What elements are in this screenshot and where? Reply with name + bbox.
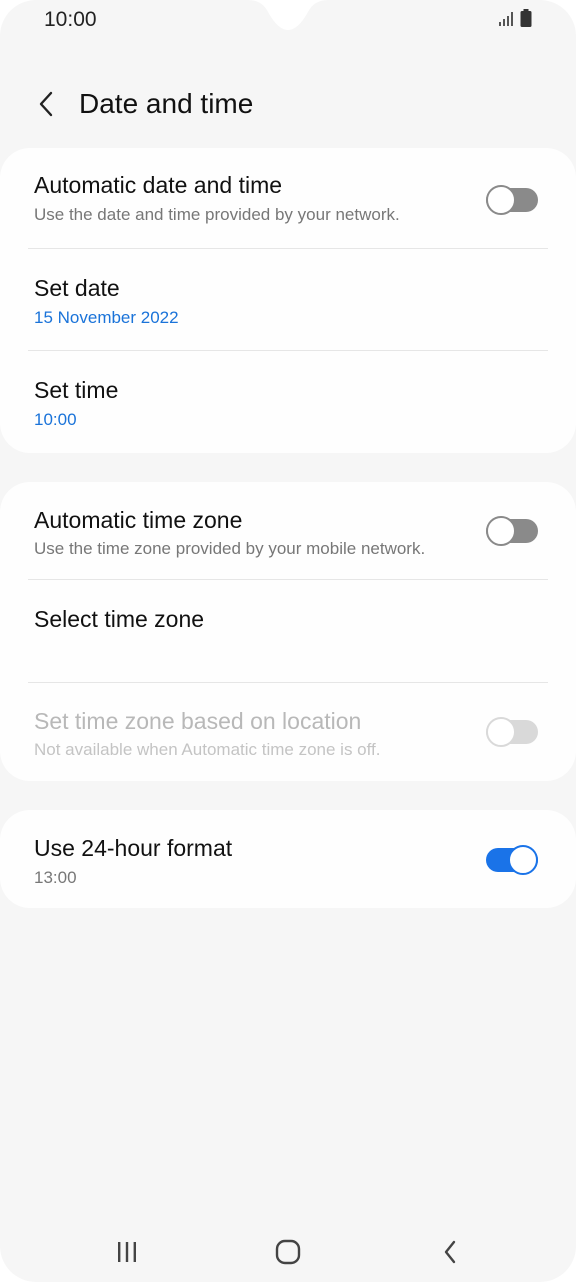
date-time-card: Automatic date and time Use the date and…	[0, 148, 576, 453]
toggle-thumb	[486, 516, 516, 546]
nav-back-button[interactable]	[428, 1230, 472, 1274]
phone-screen: 10:00 Date and time Automatic date and t	[0, 0, 576, 1282]
automatic-time-zone-row[interactable]: Automatic time zone Use the time zone pr…	[0, 482, 576, 580]
toggle-thumb	[486, 717, 516, 747]
time-zone-location-row: Set time zone based on location Not avai…	[0, 683, 576, 781]
set-date-row[interactable]: Set date 15 November 2022	[0, 249, 576, 351]
set-time-value: 10:00	[34, 410, 77, 429]
automatic-time-zone-toggle[interactable]	[486, 515, 538, 546]
status-bar: 10:00	[0, 0, 576, 40]
back-button[interactable]	[28, 86, 64, 122]
recent-apps-icon	[118, 1242, 136, 1262]
set-date-value: 15 November 2022	[34, 308, 179, 327]
time-zone-location-summary: Not available when Automatic time zone i…	[34, 740, 381, 759]
battery-icon	[520, 9, 532, 27]
back-icon	[444, 1240, 456, 1264]
home-icon	[275, 1239, 301, 1265]
select-time-zone-label: Select time zone	[34, 606, 205, 632]
automatic-date-time-row[interactable]: Automatic date and time Use the date and…	[0, 148, 576, 249]
use-24-hour-toggle[interactable]	[486, 844, 538, 875]
set-time-label: Set time	[34, 377, 119, 403]
toggle-thumb	[508, 845, 538, 875]
automatic-date-time-summary: Use the date and time provided by your n…	[34, 205, 400, 224]
automatic-time-zone-summary: Use the time zone provided by your mobil…	[34, 539, 426, 558]
status-icons	[498, 9, 532, 27]
page-title: Date and time	[79, 88, 254, 119]
home-button[interactable]	[266, 1230, 310, 1274]
set-time-row[interactable]: Set time 10:00	[0, 351, 576, 453]
format-card: Use 24-hour format 13:00	[0, 810, 576, 908]
recent-apps-button[interactable]	[105, 1230, 149, 1274]
chevron-left-icon	[39, 91, 53, 117]
set-date-label: Set date	[34, 275, 120, 301]
app-header: Date and time	[0, 70, 576, 140]
status-time: 10:00	[44, 8, 97, 31]
use-24-hour-row[interactable]: Use 24-hour format 13:00	[0, 810, 576, 908]
automatic-date-time-toggle[interactable]	[486, 184, 538, 215]
time-zone-location-label: Set time zone based on location	[34, 708, 362, 734]
automatic-time-zone-label: Automatic time zone	[34, 507, 243, 533]
time-zone-location-toggle	[486, 716, 538, 747]
select-time-zone-row[interactable]: Select time zone	[0, 580, 576, 683]
use-24-hour-label: Use 24-hour format	[34, 835, 233, 861]
use-24-hour-summary: 13:00	[34, 868, 77, 887]
toggle-thumb	[486, 185, 516, 215]
signal-icon	[499, 12, 513, 26]
navigation-bar	[0, 1222, 576, 1282]
time-zone-card: Automatic time zone Use the time zone pr…	[0, 482, 576, 781]
automatic-date-time-label: Automatic date and time	[34, 172, 283, 198]
